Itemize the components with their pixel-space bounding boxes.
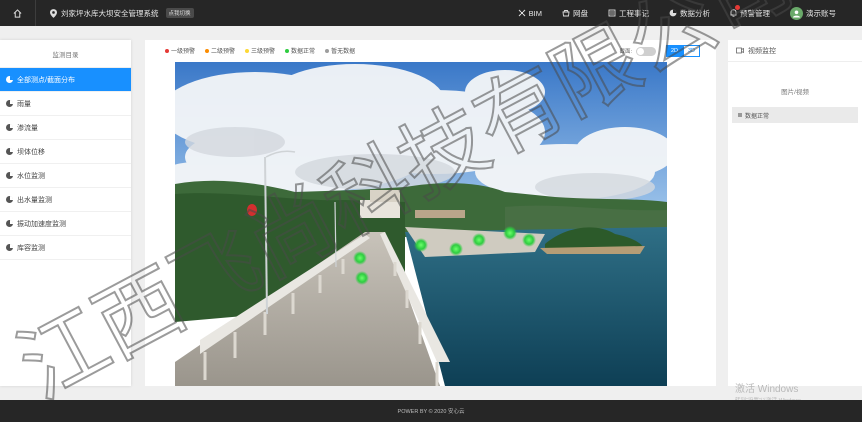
legend-dot-icon (165, 48, 169, 53)
nav-alert-management-label: 预警管理 (740, 8, 770, 18)
legend-no-data: 暂无数据 (325, 46, 355, 55)
video-monitor-panel: 视频监控 图片/视频 数据正常 (728, 40, 862, 386)
sidebar-item-label: 库容监测 (17, 244, 45, 252)
legend-label: 数据正常 (291, 49, 316, 55)
map-controls: 截面: 2D 3D (619, 45, 700, 57)
legend-label: 暂无数据 (331, 49, 356, 55)
pie-icon (6, 76, 13, 83)
pie-icon (6, 100, 13, 107)
legend-label: 一级预警 (171, 49, 196, 55)
legend-dot-icon (205, 48, 210, 53)
video-monitor-title: 视频监控 (748, 47, 776, 55)
main-nav: BIM 网盘 工程事记 数据分析 预警管理 演示账号 (518, 0, 862, 26)
nav-data-analysis[interactable]: 数据分析 (669, 8, 710, 19)
sidebar-item-label: 出水量监测 (17, 196, 52, 204)
home-button[interactable] (0, 0, 36, 26)
sidebar-item-all-points[interactable]: 全部测点/截面分布 (0, 68, 131, 92)
legend-level2: 二级预警 (205, 46, 235, 55)
alert-count-badge (735, 4, 740, 10)
monitoring-sidebar: 监测目录 全部测点/截面分布 雨量 渗流量 坝体位移 水位监测 出水量监测 振动… (0, 40, 131, 386)
pie-icon (6, 220, 13, 227)
sidebar-item-vibration[interactable]: 振动加速度监测 (0, 212, 131, 236)
top-bar: 刘家坪水库大坝安全管理系统 点我切换 BIM 网盘 工程事记 数据分析 预警管理 (0, 0, 862, 26)
location-pin-icon (50, 8, 57, 18)
legend-dot-icon (325, 48, 330, 53)
sidebar-item-label: 水位监测 (17, 172, 45, 180)
sidebar-item-rainfall[interactable]: 雨量 (0, 92, 131, 116)
notes-icon (608, 9, 616, 17)
nav-project-notes[interactable]: 工程事记 (608, 8, 649, 19)
legend-label: 二级预警 (211, 49, 236, 55)
nav-data-analysis-label: 数据分析 (680, 8, 710, 18)
cloud-drive-icon (562, 10, 570, 17)
app-title: 刘家坪水库大坝安全管理系统 (61, 8, 159, 18)
point-distribution-panel: 一级预警 二级预警 三级预警 数据正常 暂无数据 截面: 2D 3D (145, 40, 716, 386)
nav-project-notes-label: 工程事记 (619, 8, 649, 18)
bell-icon (730, 9, 737, 17)
sidebar-item-label: 坝体位移 (17, 148, 45, 156)
user-name: 演示账号 (806, 8, 836, 18)
pie-icon (6, 172, 13, 179)
sidebar-title: 监测目录 (0, 40, 131, 68)
data-status-row[interactable]: 数据正常 (732, 107, 858, 123)
home-icon (13, 8, 22, 18)
media-subtitle: 图片/视频 (781, 89, 809, 96)
pie-icon (6, 148, 13, 155)
status-legend: 一级预警 二级预警 三级预警 数据正常 暂无数据 (165, 46, 355, 55)
nav-cloud-drive[interactable]: 网盘 (562, 8, 588, 19)
status-square-icon (738, 113, 742, 117)
sidebar-item-label: 振动加速度监测 (17, 220, 66, 228)
footer: POWER BY © 2020 安心云 (0, 400, 862, 422)
sidebar-item-capacity[interactable]: 库容监测 (0, 236, 131, 260)
nav-bim[interactable]: BIM (518, 9, 542, 18)
mode-3d-button[interactable]: 3D (683, 45, 700, 57)
sidebar-item-label: 雨量 (17, 100, 31, 108)
sidebar-item-water-output[interactable]: 出水量监测 (0, 188, 131, 212)
windows-activation-title: 激活 Windows (735, 384, 799, 395)
legend-level1: 一级预警 (165, 46, 195, 55)
legend-level3: 三级预警 (245, 46, 275, 55)
pie-icon (6, 196, 13, 203)
data-status-label: 数据正常 (745, 113, 770, 120)
chart-icon (669, 9, 677, 17)
project-selector: 刘家坪水库大坝安全管理系统 点我切换 (50, 8, 194, 19)
video-monitor-header[interactable]: 视频监控 (728, 40, 862, 62)
sidebar-item-label: 渗流量 (17, 124, 38, 132)
sidebar-item-dam-displacement[interactable]: 坝体位移 (0, 140, 131, 164)
project-switch-button[interactable]: 点我切换 (165, 8, 194, 18)
legend-dot-icon (285, 48, 290, 53)
view-mode-switch: 2D 3D (666, 45, 700, 57)
pie-icon (6, 124, 13, 131)
nav-cloud-drive-label: 网盘 (573, 8, 588, 18)
pie-icon (6, 244, 13, 251)
section-toggle-label: 截面: (619, 49, 632, 55)
sidebar-item-water-level[interactable]: 水位监测 (0, 164, 131, 188)
section-toggle[interactable] (636, 46, 656, 56)
legend-normal: 数据正常 (285, 46, 315, 55)
mode-2d-button[interactable]: 2D (666, 45, 683, 57)
dam-photo (175, 62, 667, 386)
video-camera-icon (736, 47, 744, 54)
legend-label: 三级预警 (251, 49, 276, 55)
bim-icon (518, 9, 526, 17)
sidebar-item-seepage[interactable]: 渗流量 (0, 116, 131, 140)
nav-bim-label: BIM (528, 8, 542, 18)
user-account-menu[interactable]: 演示账号 (790, 6, 836, 20)
avatar-icon (790, 6, 803, 20)
sidebar-item-label: 全部测点/截面分布 (17, 76, 75, 84)
legend-dot-icon (245, 48, 250, 53)
nav-alert-management[interactable]: 预警管理 (730, 4, 770, 19)
